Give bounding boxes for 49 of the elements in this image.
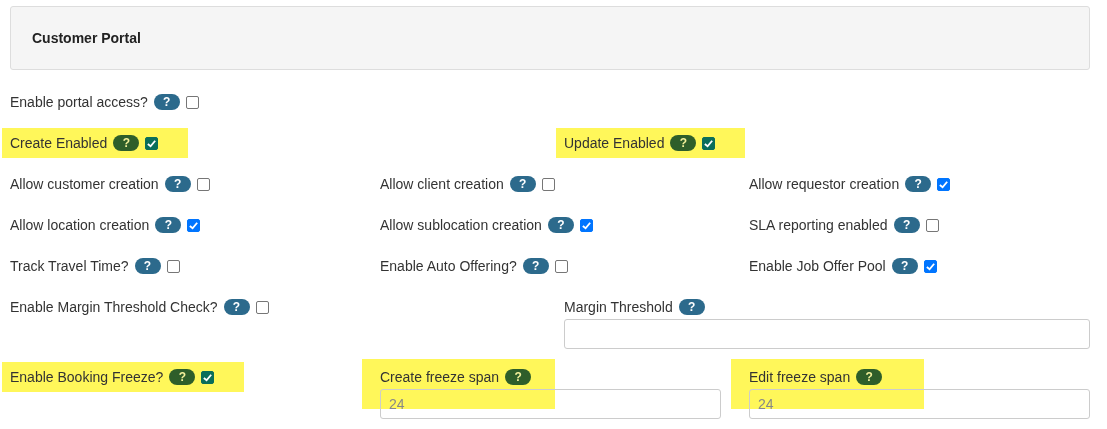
checkbox[interactable] <box>554 259 568 273</box>
checkbox[interactable] <box>923 259 937 273</box>
checkbox[interactable] <box>196 177 210 191</box>
panel-title: Customer Portal <box>32 30 141 46</box>
help-badge[interactable]: ? <box>893 217 920 233</box>
help-badge[interactable]: ? <box>522 258 549 274</box>
checkbox[interactable] <box>579 218 593 232</box>
help-badge[interactable]: ? <box>153 94 180 110</box>
option-label: Allow customer creation <box>10 176 159 192</box>
help-badge[interactable]: ? <box>164 176 191 192</box>
help-badge[interactable]: ? <box>505 369 532 385</box>
help-badge[interactable]: ? <box>891 258 918 274</box>
input-field[interactable] <box>564 319 1090 349</box>
option-label: Track Travel Time? <box>10 258 129 274</box>
checkbox[interactable] <box>541 177 555 191</box>
help-badge[interactable]: ? <box>223 299 250 315</box>
field-label: Margin Threshold <box>564 299 673 315</box>
option-label: Allow location creation <box>10 217 150 233</box>
checkbox[interactable] <box>937 177 951 191</box>
option-label: Enable Margin Threshold Check? <box>10 299 218 315</box>
checkbox[interactable] <box>255 300 269 314</box>
option-label: Allow sublocation creation <box>380 217 542 233</box>
input-field[interactable]: 24 <box>380 389 721 419</box>
help-badge[interactable]: ? <box>547 217 574 233</box>
option-label: SLA reporting enabled <box>749 217 888 233</box>
help-badge[interactable]: ? <box>678 299 705 315</box>
option-label: Enable portal access? <box>10 94 148 110</box>
help-badge[interactable]: ? <box>134 258 161 274</box>
option-label: Allow requestor creation <box>749 176 900 192</box>
option-label: Allow client creation <box>380 176 504 192</box>
help-badge[interactable]: ? <box>856 369 883 385</box>
help-badge[interactable]: ? <box>113 135 140 151</box>
checkbox[interactable] <box>185 95 199 109</box>
option-label: Create Enabled <box>10 135 108 151</box>
option-label: Enable Job Offer Pool <box>749 258 886 274</box>
help-badge[interactable]: ? <box>169 369 196 385</box>
checkbox[interactable] <box>187 218 201 232</box>
input-field[interactable]: 24 <box>749 389 1090 419</box>
help-badge[interactable]: ? <box>509 176 536 192</box>
help-badge[interactable]: ? <box>155 217 182 233</box>
option-label: Enable Booking Freeze? <box>10 369 164 385</box>
field-label: Edit freeze span <box>749 369 851 385</box>
checkbox[interactable] <box>925 218 939 232</box>
help-badge[interactable]: ? <box>905 176 932 192</box>
field-label: Create freeze span <box>380 369 500 385</box>
help-badge[interactable]: ? <box>670 135 697 151</box>
checkbox[interactable] <box>166 259 180 273</box>
option-label: Update Enabled <box>564 135 665 151</box>
option-label: Enable Auto Offering? <box>380 258 517 274</box>
